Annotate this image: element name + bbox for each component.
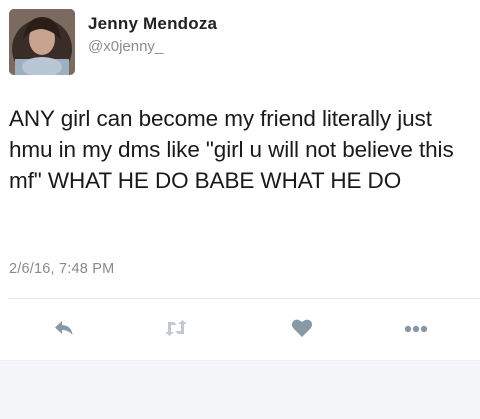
retweet-button[interactable] bbox=[162, 316, 190, 344]
tweet-text: ANY girl can become my friend literally … bbox=[9, 106, 454, 193]
divider bbox=[9, 298, 480, 299]
tweet-timestamp[interactable]: 2/6/16, 7:48 PM bbox=[9, 261, 114, 277]
avatar[interactable] bbox=[9, 9, 75, 75]
footer-area bbox=[0, 360, 480, 419]
tweet-actions bbox=[0, 310, 480, 350]
reply-button[interactable] bbox=[50, 316, 78, 344]
tweet-card: Jenny Mendoza @x0jenny_ ANY girl can bec… bbox=[0, 0, 480, 360]
author-name[interactable]: Jenny Mendoza bbox=[88, 14, 217, 34]
more-button[interactable] bbox=[402, 316, 430, 344]
heart-icon bbox=[291, 318, 313, 343]
like-button[interactable] bbox=[288, 316, 316, 344]
reply-icon bbox=[53, 319, 75, 342]
more-icon bbox=[404, 321, 428, 339]
author-handle[interactable]: @x0jenny_ bbox=[88, 38, 163, 55]
retweet-icon bbox=[163, 319, 189, 342]
